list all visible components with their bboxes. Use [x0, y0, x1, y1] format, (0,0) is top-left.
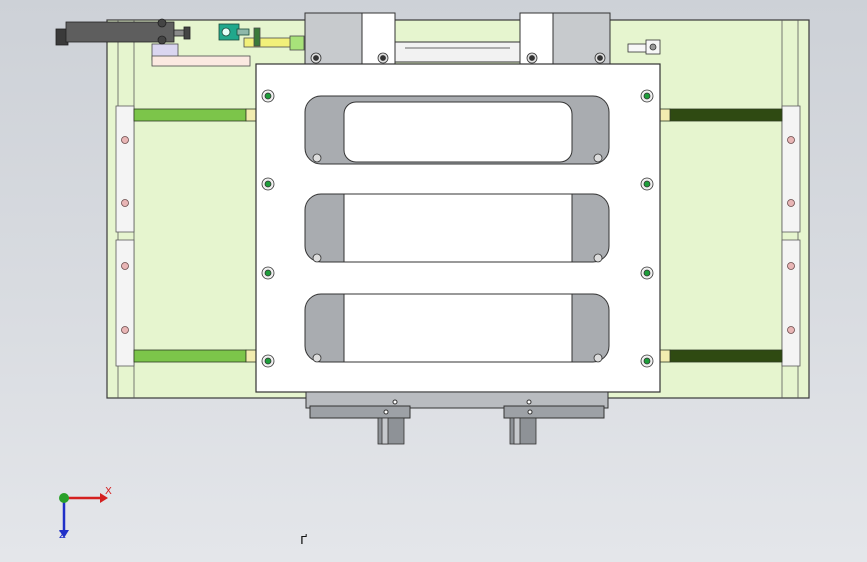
x-axis-label: X: [105, 486, 112, 497]
axis-triad: X Y Z: [44, 482, 124, 546]
cad-graphics-viewport[interactable]: X Y Z ґ: [0, 0, 867, 562]
bottom-locating-pins[interactable]: [377, 417, 537, 445]
mouse-cursor-icon: ґ: [300, 532, 308, 548]
pneumatic-cylinder[interactable]: [55, 18, 191, 46]
carrier-pockets[interactable]: [304, 95, 610, 363]
y-axis-dot: [59, 493, 69, 503]
bottom-mount-blocks[interactable]: [305, 391, 609, 419]
z-axis-label: Z: [59, 530, 66, 541]
assembly-drawing[interactable]: [0, 0, 867, 562]
